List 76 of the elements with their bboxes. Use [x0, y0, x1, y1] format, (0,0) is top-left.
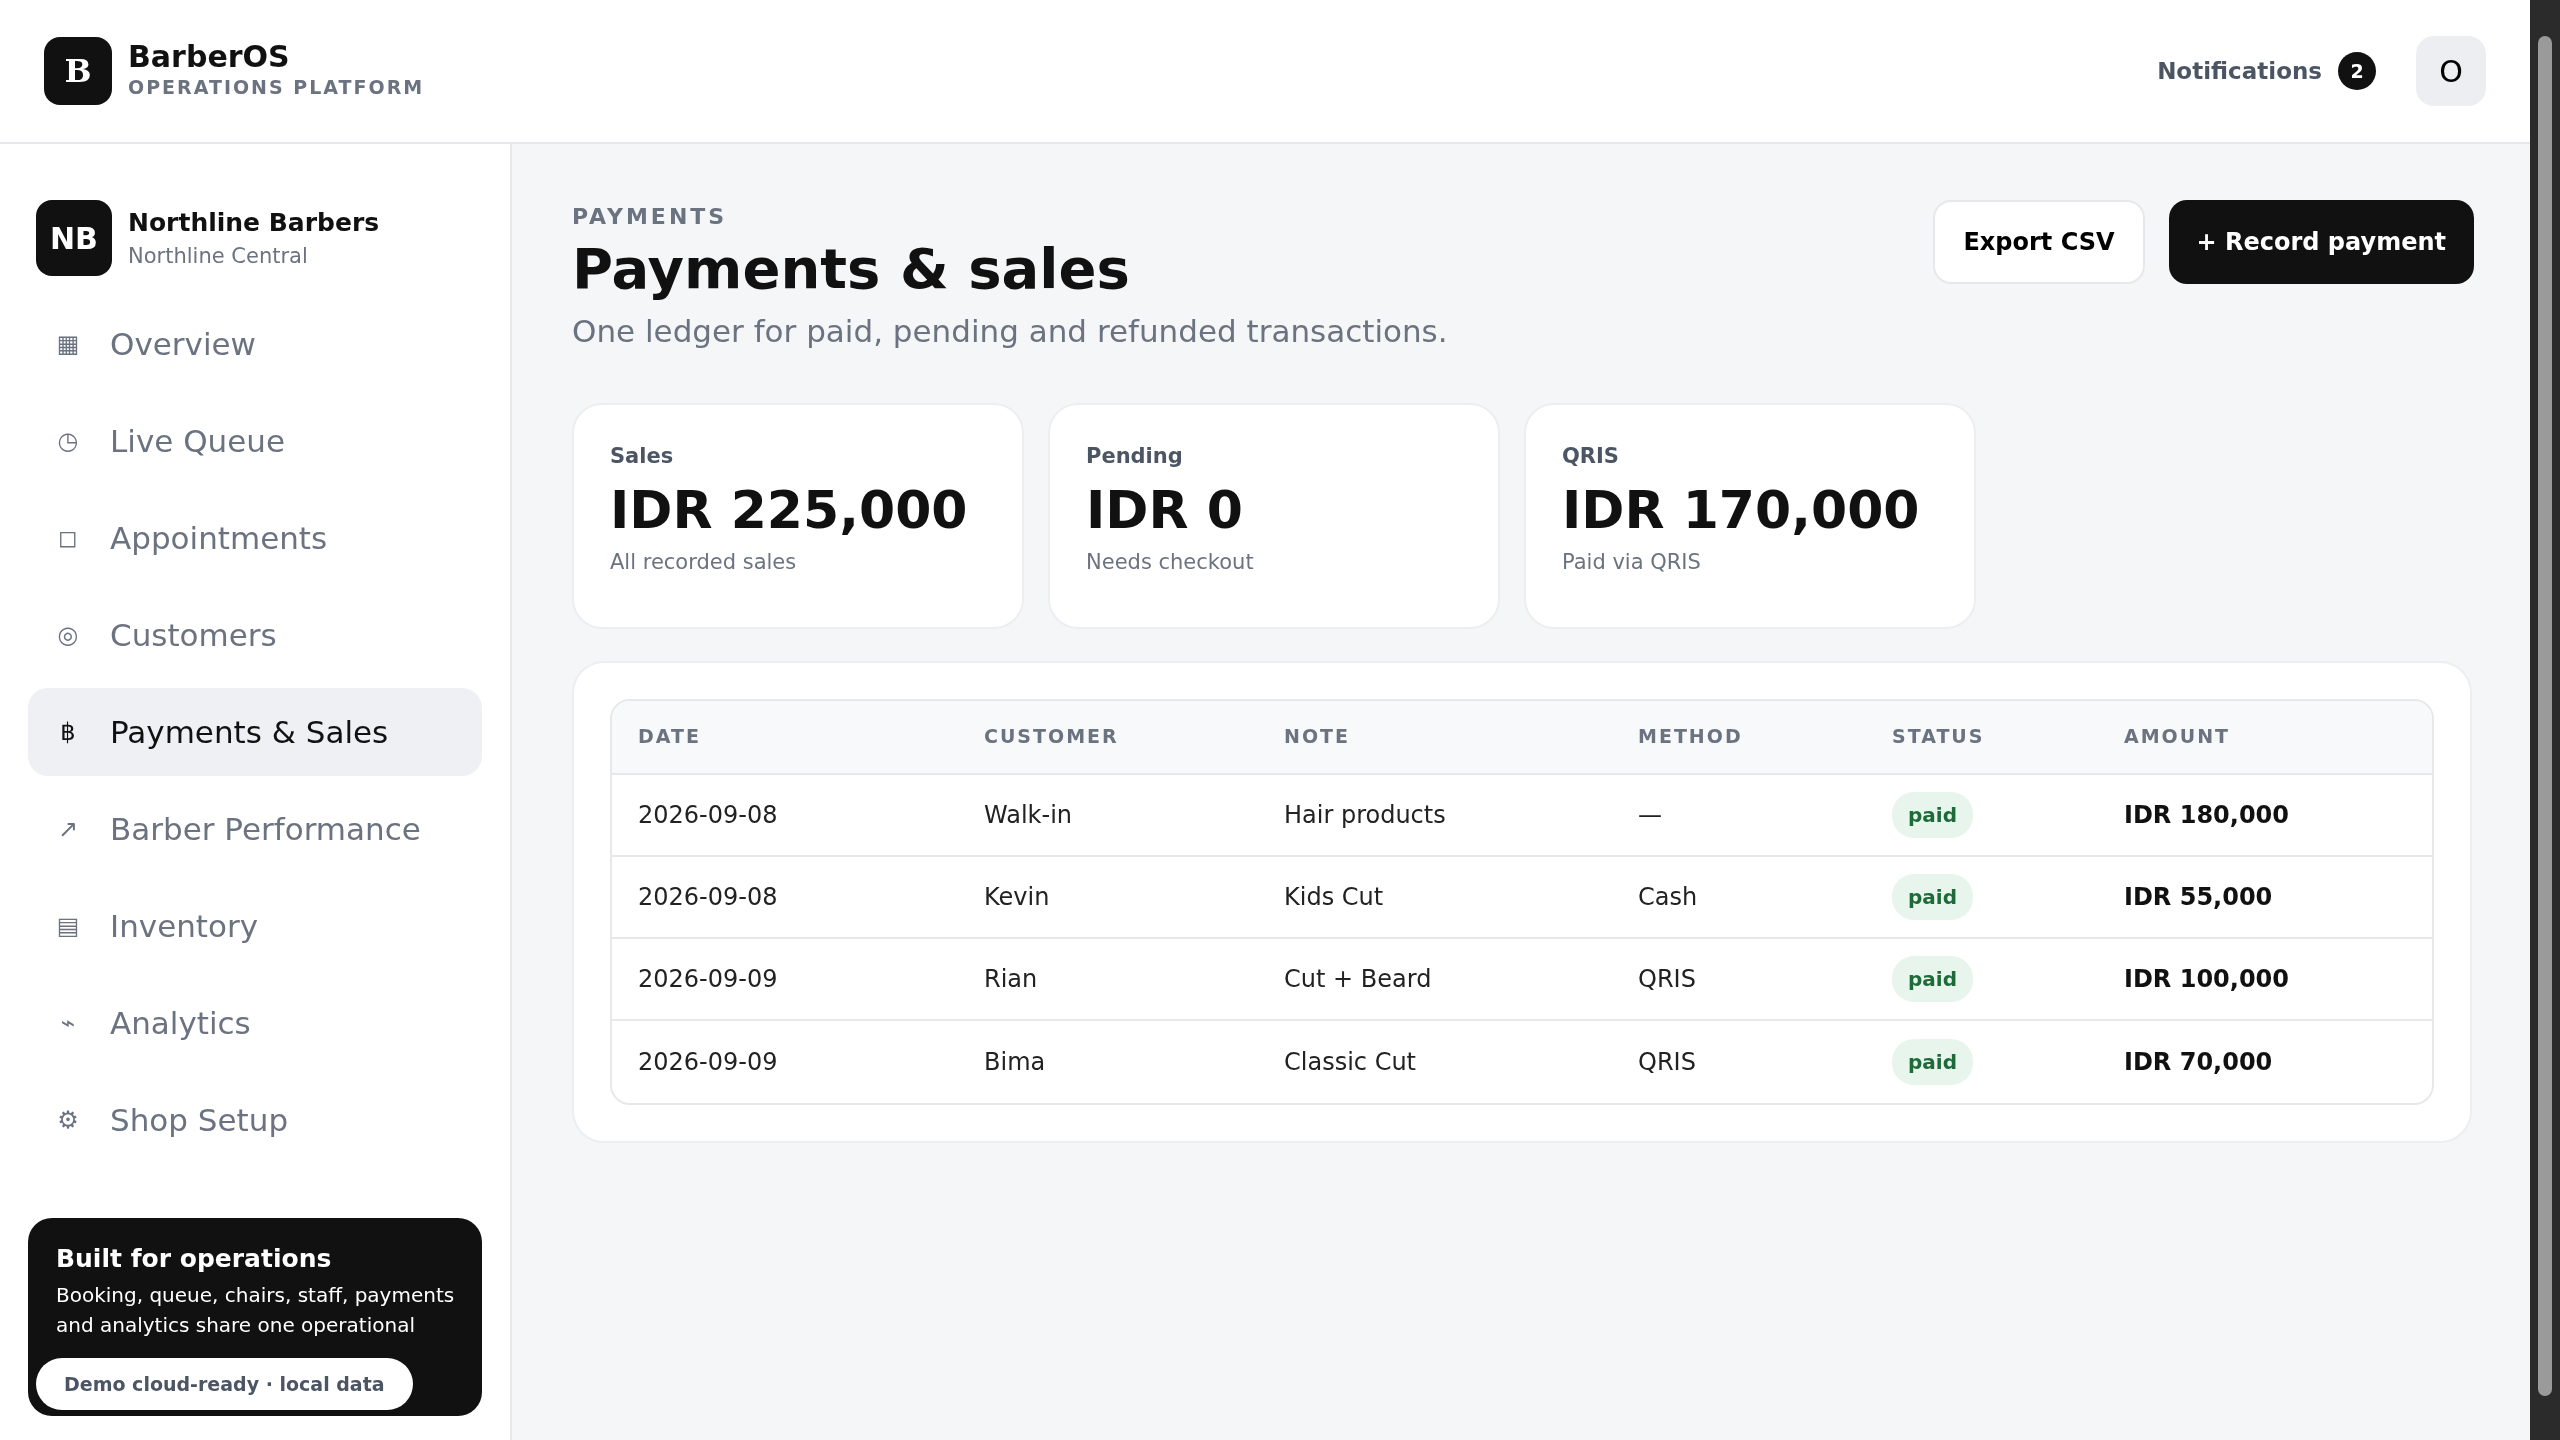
column-header: DATE	[638, 724, 702, 750]
notifications-link[interactable]: Notifications	[2157, 53, 2322, 89]
nav-item[interactable]: ◻ Appointments	[28, 494, 482, 582]
table-cell-text: IDR 70,000	[2124, 1046, 2274, 1078]
table-cell-text: IDR 55,000	[2124, 881, 2274, 913]
status-pill: paid	[1892, 955, 1973, 1002]
table-cell-text: Bima	[984, 1046, 1047, 1078]
table-cell-text: Walk-in	[984, 799, 1073, 831]
column-header: NOTE	[1284, 724, 1351, 750]
stat-label: QRIS	[1562, 442, 1620, 470]
notification-count: 2	[2338, 52, 2376, 90]
stat-note: All recorded sales	[610, 549, 798, 577]
table-cell-text: —	[1638, 799, 1663, 831]
table-cell-text: 2026-09-08	[638, 799, 779, 831]
nav-icon: ▦	[56, 326, 80, 362]
page-title: Payments & sales	[572, 235, 1131, 303]
scrollbar-thumb[interactable]	[2538, 36, 2552, 1396]
nav-icon: ฿	[56, 714, 80, 750]
stat-value: IDR 170,000	[1562, 482, 1921, 540]
nav-item[interactable]: ▤ Inventory	[28, 882, 482, 970]
column-header: CUSTOMER	[984, 724, 1120, 750]
shop-name: Northline Barbers	[128, 206, 380, 239]
logo: B	[44, 37, 112, 105]
stat-note: Needs checkout	[1086, 549, 1255, 577]
column-header: STATUS	[1892, 724, 1986, 750]
stat-note: Paid via QRIS	[1562, 549, 1702, 577]
table-cell-text: Hair products	[1284, 799, 1447, 831]
nav-item[interactable]: ⌁ Analytics	[28, 979, 482, 1067]
demo-pill: Demo cloud-ready · local data	[36, 1357, 413, 1410]
stat-label: Pending	[1086, 442, 1184, 470]
nav-icon: ⚙	[56, 1102, 80, 1138]
table-cell-text: IDR 180,000	[2124, 799, 2290, 831]
status-pill: paid	[1892, 873, 1973, 920]
nav-icon: ▤	[56, 908, 80, 944]
column-header: METHOD	[1638, 724, 1744, 750]
stat-value: IDR 225,000	[610, 482, 969, 540]
shop-location: Northline Central	[128, 243, 309, 270]
shop-avatar: NB	[36, 200, 112, 276]
status-pill: paid	[1892, 791, 1973, 838]
scrollbar[interactable]	[2530, 0, 2560, 1440]
promo-text: Booking, queue, chairs, staff, payments and analytics share one operational	[56, 1281, 456, 1339]
page-eyebrow: PAYMENTS	[572, 203, 729, 231]
nav-icon: ◻	[56, 520, 80, 556]
record-payment-button[interactable]: + Record payment	[2168, 200, 2474, 284]
stat-label: Sales	[610, 442, 675, 470]
nav-icon: ⌁	[56, 1005, 80, 1041]
stat-value: IDR 0	[1086, 482, 1244, 540]
table-cell-text: QRIS	[1638, 963, 1697, 995]
table-cell-text: IDR 100,000	[2124, 963, 2290, 995]
nav-item[interactable]: ◷ Live Queue	[28, 397, 482, 485]
table-cell-text: QRIS	[1638, 1046, 1697, 1078]
brand-tagline: OPERATIONS PLATFORM	[128, 75, 425, 101]
avatar-button[interactable]: O	[2416, 36, 2486, 106]
table-cell-text: Kevin	[984, 881, 1051, 913]
brand-name: BarberOS	[128, 40, 291, 74]
table-cell-text: Classic Cut	[1284, 1046, 1417, 1078]
table-cell-text: Rian	[984, 963, 1039, 995]
nav-item[interactable]: ฿ Payments & Sales	[28, 688, 482, 776]
page-subtitle: One ledger for paid, pending and refunded transactions.	[572, 312, 1448, 352]
nav-item[interactable]: ▦ Overview	[28, 300, 482, 388]
table-cell-text: 2026-09-09	[638, 963, 779, 995]
column-header: AMOUNT	[2124, 724, 2232, 750]
table-cell-text: 2026-09-09	[638, 1046, 779, 1078]
nav-item[interactable]: ⚙ Shop Setup	[28, 1076, 482, 1164]
nav-icon: ◎	[56, 617, 80, 653]
nav-icon: ↗	[56, 811, 80, 847]
nav-item[interactable]: ↗ Barber Performance	[28, 785, 482, 873]
promo-title: Built for operations	[56, 1243, 333, 1275]
nav-icon: ◷	[56, 423, 80, 459]
export-button[interactable]: Export CSV	[1933, 200, 2145, 284]
table-cell-text: Cut + Beard	[1284, 963, 1433, 995]
table-cell-text: Kids Cut	[1284, 881, 1385, 913]
status-pill: paid	[1892, 1038, 1973, 1085]
nav-item[interactable]: ◎ Customers	[28, 591, 482, 679]
table-cell-text: Cash	[1638, 881, 1699, 913]
table-cell-text: 2026-09-08	[638, 881, 779, 913]
